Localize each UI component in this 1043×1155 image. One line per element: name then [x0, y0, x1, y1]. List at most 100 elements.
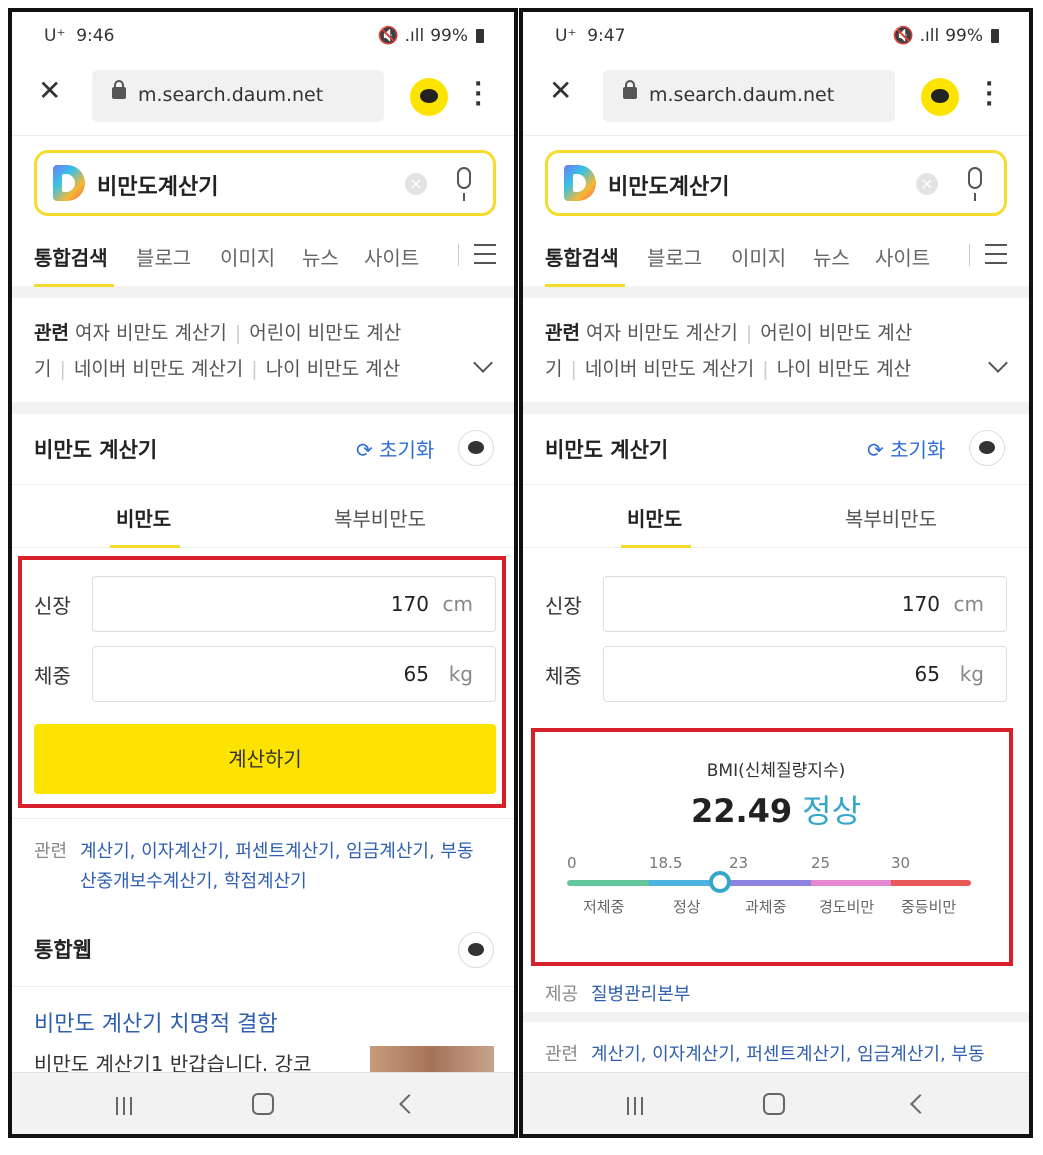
provider-label: 제공 — [545, 984, 579, 1005]
related-links-line1[interactable]: 계산기, 이자계산기, 퍼센트계산기, 임금계산기, 부동 — [591, 1040, 985, 1066]
tab-abdominal-obesity[interactable]: 복부비만도 — [845, 503, 937, 532]
daum-logo-icon — [564, 165, 596, 201]
related-links-line2[interactable]: 산중개보수계산기, 학점계산기 — [80, 867, 307, 893]
height-value: 170 — [901, 592, 940, 616]
related-links-line1[interactable]: 계산기, 이자계산기, 퍼센트계산기, 임금계산기, 부동 — [80, 837, 474, 863]
weight-label: 체중 — [545, 664, 582, 688]
left-phone-screen: U⁺ 9:46 🔇 .ıll 99% ✕ m.search.daum.net ·… — [8, 8, 518, 1138]
daum-logo-icon — [53, 165, 85, 201]
tab-image[interactable]: 이미지 — [731, 242, 786, 271]
right-phone-screen: U⁺ 9:47 🔇 .ıll 99% ✕ m.search.daum.net ·… — [519, 8, 1033, 1138]
calculator-tabs: 비만도 복부비만도 — [523, 484, 1029, 548]
reset-button[interactable]: ⟳ 초기화 — [867, 434, 945, 463]
close-icon[interactable]: ✕ — [38, 77, 64, 105]
related-calculators: 관련 계산기, 이자계산기, 퍼센트계산기, 임금계산기, 부동 산중개보수계산… — [12, 818, 514, 914]
comment-icon[interactable] — [458, 430, 494, 466]
kakao-talk-icon[interactable] — [410, 78, 448, 116]
mute-icon: 🔇 — [377, 26, 399, 46]
chevron-down-icon[interactable] — [988, 353, 1008, 373]
tab-integrated[interactable]: 통합검색 — [545, 242, 619, 271]
result-headline[interactable]: 비만도 계산기 치명적 결함 — [34, 1006, 278, 1038]
tab-blog[interactable]: 블로그 — [647, 242, 702, 271]
tab-bmi[interactable]: 비만도 — [116, 503, 171, 532]
lock-icon — [112, 80, 126, 99]
related-keyword[interactable]: 나이 비만도 계산 — [777, 358, 911, 380]
filter-settings-icon[interactable] — [985, 242, 1007, 266]
related-keyword[interactable]: 여자 비만도 계산기 — [75, 322, 227, 344]
more-options-icon[interactable]: · · · — [474, 74, 482, 116]
address-field[interactable]: m.search.daum.net — [603, 70, 895, 122]
search-tabs: 통합검색 블로그 이미지 뉴스 사이트 — [34, 232, 514, 287]
weight-value: 65 — [914, 662, 940, 686]
comment-icon[interactable] — [458, 932, 494, 968]
microphone-icon[interactable] — [457, 167, 471, 201]
home-icon[interactable] — [252, 1093, 274, 1115]
status-time: U⁺ 9:47 — [555, 26, 626, 46]
height-unit: cm — [953, 592, 984, 616]
tab-abdominal-obesity[interactable]: 복부비만도 — [334, 503, 426, 532]
active-tab-indicator — [545, 284, 625, 287]
calculator-title: 비만도 계산기 — [34, 438, 158, 462]
status-bar: U⁺ 9:47 🔇 .ıll 99% — [523, 12, 1029, 58]
back-icon[interactable] — [399, 1094, 419, 1114]
mute-icon: 🔇 — [892, 26, 914, 46]
related-keyword[interactable]: 네이버 비만도 계산기 — [74, 358, 243, 380]
recent-apps-icon[interactable] — [116, 1097, 134, 1115]
clear-icon[interactable]: × — [916, 173, 938, 195]
related-links-label: 관련 — [34, 841, 68, 862]
more-options-icon[interactable]: · · · — [985, 74, 993, 116]
recent-apps-icon[interactable] — [627, 1097, 645, 1115]
battery-icon — [991, 29, 999, 43]
related-keyword[interactable]: 기 — [545, 358, 562, 380]
clear-icon[interactable]: × — [405, 173, 427, 195]
active-tab-indicator — [621, 545, 691, 548]
provider-link[interactable]: 질병관리본부 — [591, 980, 690, 1006]
related-keyword[interactable]: 기 — [34, 358, 51, 380]
comment-icon[interactable] — [969, 430, 1005, 466]
browser-url-bar: ✕ m.search.daum.net · · · — [523, 58, 1029, 136]
close-icon[interactable]: ✕ — [549, 77, 575, 105]
microphone-icon[interactable] — [968, 167, 982, 201]
tab-divider — [458, 244, 459, 266]
tab-integrated[interactable]: 통합검색 — [34, 242, 108, 271]
tab-blog[interactable]: 블로그 — [136, 242, 191, 271]
home-icon[interactable] — [763, 1093, 785, 1115]
tab-news[interactable]: 뉴스 — [813, 242, 850, 271]
active-tab-indicator — [34, 284, 114, 287]
reset-button[interactable]: ⟳ 초기화 — [356, 434, 434, 463]
calculator-title: 비만도 계산기 — [545, 438, 669, 462]
search-section: 비만도계산기 × 통합검색 블로그 이미지 뉴스 사이트 — [523, 136, 1029, 287]
signal-icon: .ıll — [404, 26, 425, 46]
filter-settings-icon[interactable] — [474, 242, 496, 266]
lock-icon — [623, 80, 637, 99]
related-keyword[interactable]: 네이버 비만도 계산기 — [585, 358, 754, 380]
tab-news[interactable]: 뉴스 — [302, 242, 339, 271]
status-bar: U⁺ 9:46 🔇 .ıll 99% — [12, 12, 514, 58]
bmi-calculator-card: 비만도 계산기 ⟳ 초기화 비만도 복부비만도 신장 170 cm 체중 65 … — [12, 414, 514, 914]
search-input[interactable]: 비만도계산기 × — [34, 150, 496, 216]
status-time: U⁺ 9:46 — [44, 26, 115, 46]
divider — [12, 986, 514, 987]
tab-site[interactable]: 사이트 — [875, 242, 930, 271]
search-section: 비만도계산기 × 통합검색 블로그 이미지 뉴스 사이트 — [12, 136, 514, 287]
related-label: 관련 — [545, 322, 580, 344]
back-icon[interactable] — [910, 1094, 930, 1114]
tab-site[interactable]: 사이트 — [364, 242, 419, 271]
tab-image[interactable]: 이미지 — [220, 242, 275, 271]
url-text: m.search.daum.net — [649, 84, 835, 106]
status-icons: 🔇 .ıll 99% — [377, 26, 484, 46]
related-keyword[interactable]: 어린이 비만도 계산 — [760, 322, 912, 344]
height-field[interactable]: 170 cm — [603, 576, 1007, 632]
search-input[interactable]: 비만도계산기 × — [545, 150, 1007, 216]
weight-field[interactable]: 65 kg — [603, 646, 1007, 702]
chevron-down-icon[interactable] — [473, 353, 493, 373]
search-query: 비만도계산기 — [97, 175, 219, 200]
related-keyword[interactable]: 어린이 비만도 계산 — [249, 322, 401, 344]
address-field[interactable]: m.search.daum.net — [92, 70, 384, 122]
related-keyword[interactable]: 나이 비만도 계산 — [266, 358, 400, 380]
status-icons: 🔇 .ıll 99% — [892, 26, 999, 46]
kakao-talk-icon[interactable] — [921, 78, 959, 116]
related-label: 관련 — [34, 322, 69, 344]
related-keyword[interactable]: 여자 비만도 계산기 — [586, 322, 738, 344]
tab-bmi[interactable]: 비만도 — [627, 503, 682, 532]
